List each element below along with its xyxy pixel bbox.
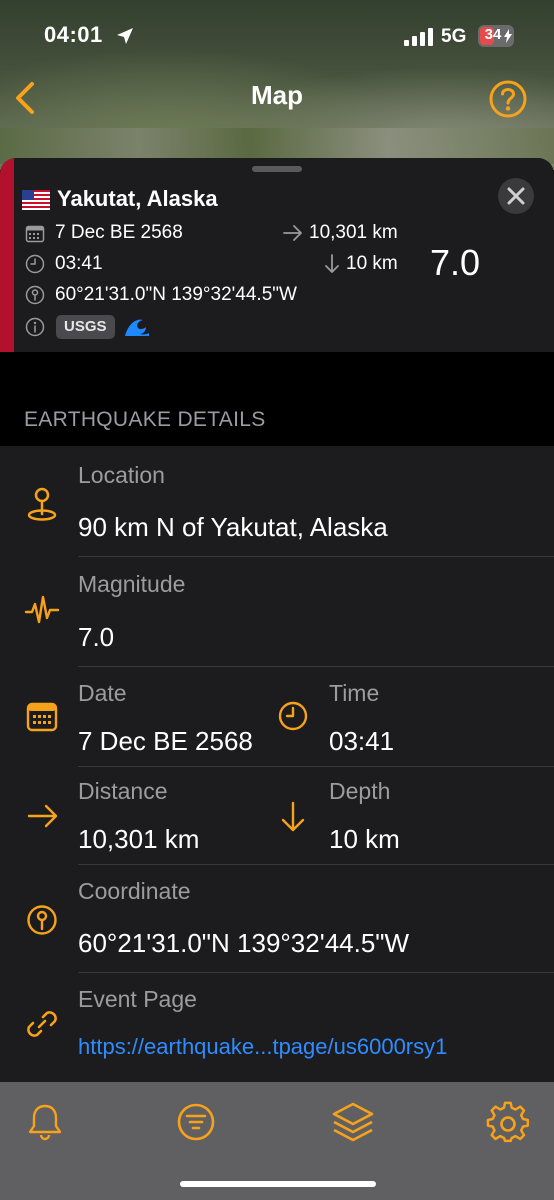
summary-distance: 10,301 km [309,222,398,243]
status-time: 04:01 [44,22,103,47]
depth-arrow-icon [325,254,339,273]
depth-arrow-icon [281,801,305,832]
summary-magnitude: 7.0 [430,242,481,283]
magnitude-accent-bar [0,158,14,352]
time-value: 03:41 [329,726,395,756]
distance-value: 10,301 km [78,824,200,854]
coordinate-value: 60°21'31.0"N 139°32'44.5"W [78,928,410,958]
location-label: Location [78,462,165,488]
info-icon [25,317,45,337]
gear-icon[interactable] [486,1100,530,1144]
calendar-icon [25,225,45,243]
battery-icon: 34 [478,25,514,47]
summary-depth: 10 km [346,253,398,274]
location-arrow-icon [117,28,133,44]
page-title: Map [251,80,303,110]
earthquake-summary-card[interactable]: Yakutat, Alaska 7 Dec BE 2568 10,301 km … [0,158,554,352]
bell-icon[interactable] [26,1102,64,1142]
clock-icon [278,701,308,731]
summary-date: 7 Dec BE 2568 [55,222,183,243]
magnitude-value: 7.0 [78,622,115,652]
earthquake-details-list: Location 90 km N of Yakutat, Alaska Magn… [0,446,554,1086]
calendar-icon [26,702,58,732]
home-indicator [180,1181,376,1187]
coordinate-pin-icon [25,285,45,305]
divider [78,864,554,865]
filter-icon[interactable] [176,1102,216,1142]
location-value: 90 km N of Yakutat, Alaska [78,512,388,542]
help-icon[interactable] [488,79,528,119]
summary-time: 03:41 [55,253,103,274]
distance-arrow-icon [27,804,58,828]
time-label: Time [329,680,380,706]
divider [78,766,554,767]
divider [78,556,554,557]
summary-place: Yakutat, Alaska [57,186,218,211]
signal-icon [404,28,433,46]
coordinate-pin-icon [27,905,57,935]
waveform-icon [24,595,60,624]
tsunami-wave-icon [125,319,149,336]
location-pin-icon [27,487,57,521]
us-flag-icon [22,190,50,210]
source-badge: USGS [56,315,115,339]
depth-label: Depth [329,778,391,804]
link-icon [27,1011,57,1037]
section-title: EARTHQUAKE DETAILS [24,408,266,431]
distance-arrow-icon [283,225,302,241]
network-label: 5G [441,26,467,47]
date-label: Date [78,680,127,706]
clock-icon [25,254,45,274]
divider [78,972,554,973]
divider [78,666,554,667]
distance-label: Distance [78,778,168,804]
depth-value: 10 km [329,824,400,854]
event-page-link[interactable]: https://earthquake...tpage/us6000rsy1 [78,1034,447,1060]
close-icon[interactable] [497,177,535,215]
coordinate-label: Coordinate [78,878,191,904]
layers-icon[interactable] [330,1100,376,1144]
magnitude-label: Magnitude [78,571,186,597]
event-page-label: Event Page [78,986,197,1012]
date-value: 7 Dec BE 2568 [78,726,253,756]
sheet-handle[interactable] [252,166,302,172]
summary-coordinate: 60°21'31.0"N 139°32'44.5"W [55,284,297,305]
